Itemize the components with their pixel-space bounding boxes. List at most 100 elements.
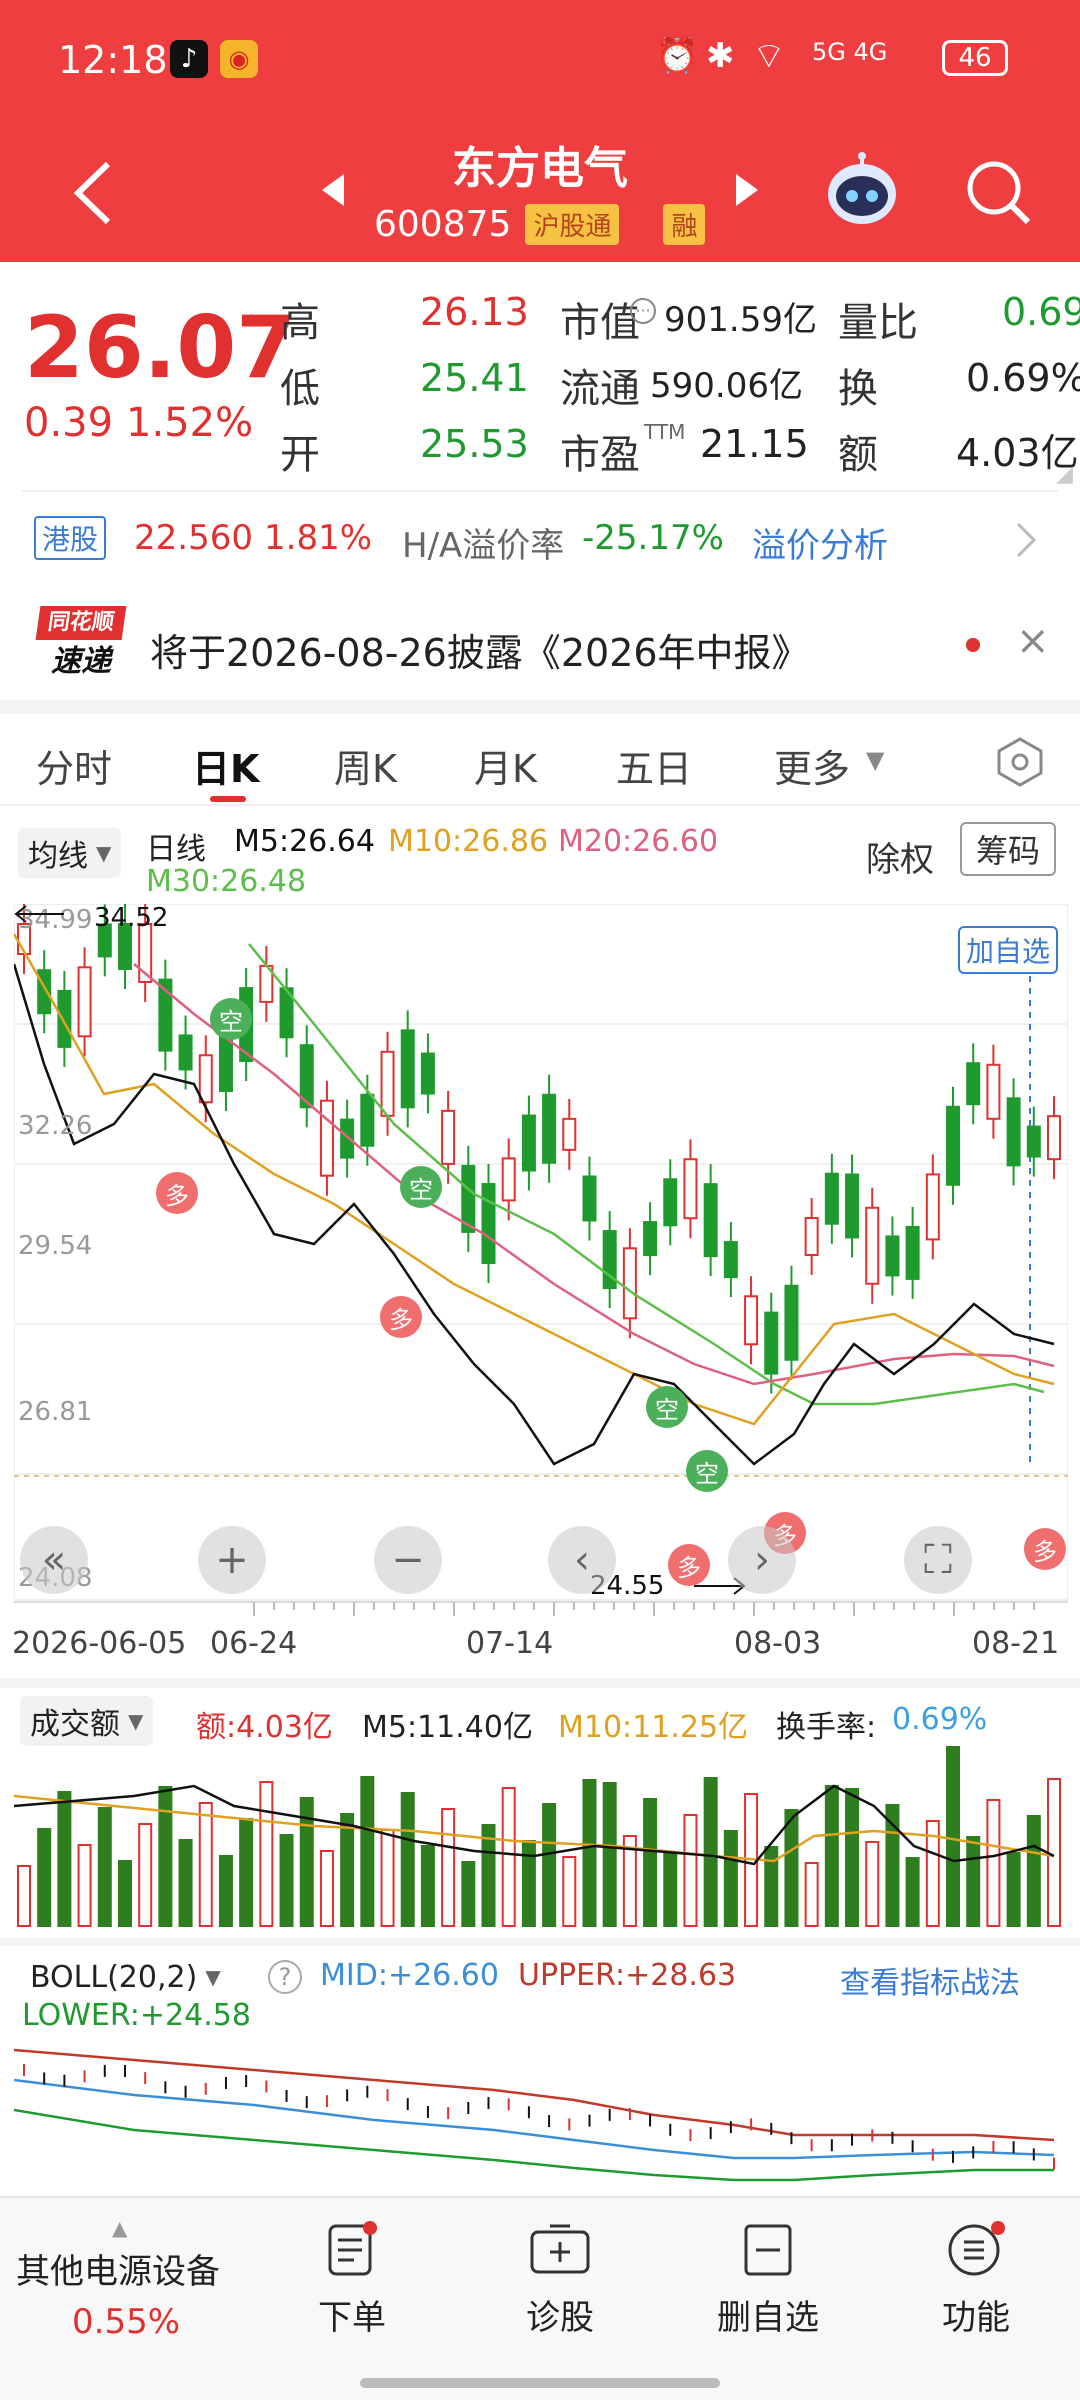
volume-m5: M5:11.40亿 — [362, 1710, 533, 1745]
boll-indicator-select[interactable]: BOLL(20,2) ▼ — [20, 1952, 231, 2002]
weibo-icon: ◉ — [220, 40, 258, 78]
long-signal-marker[interactable]: 多 — [1024, 1528, 1066, 1570]
bottom-action-bar: ▲ 其他电源设备 0.55% 下单 诊股 删自选 功能 — [0, 2196, 1080, 2400]
search-icon[interactable] — [964, 158, 1034, 228]
double-left-icon[interactable]: « — [20, 1526, 88, 1594]
short-signal-marker[interactable]: 空 — [400, 1166, 442, 1208]
turnover-rate-value: 0.69% — [892, 1702, 988, 1737]
kline-chart[interactable]: 34.99 32.26 29.54 26.81 24.08 34.52 24.5… — [14, 904, 1068, 1604]
candle-body — [925, 1173, 940, 1241]
tab-weekly-k[interactable]: 周K — [334, 738, 397, 793]
tab-monthly-k[interactable]: 月K — [474, 738, 537, 793]
close-icon[interactable]: × — [1016, 618, 1050, 664]
section-gap — [0, 700, 1080, 714]
zoom-in-icon[interactable]: + — [198, 1526, 266, 1594]
candle-body — [360, 1093, 375, 1147]
function-button[interactable]: 功能 — [876, 2220, 1076, 2339]
short-signal-marker[interactable]: 空 — [646, 1386, 688, 1428]
volume-indicator-select[interactable]: 成交额 ▼ — [20, 1696, 154, 1746]
volume-bar — [481, 1824, 496, 1927]
next-stock-icon[interactable] — [732, 170, 762, 210]
volume-bar — [239, 1818, 254, 1927]
volume-bar — [400, 1792, 415, 1927]
tab-five-day[interactable]: 五日 — [616, 738, 692, 793]
volume-bar — [683, 1814, 698, 1927]
candle-body — [804, 1217, 819, 1257]
long-signal-marker[interactable]: 多 — [380, 1296, 422, 1338]
long-signal-marker[interactable]: 多 — [156, 1172, 198, 1214]
turnover-value: 0.69% — [966, 356, 1080, 400]
tab-more[interactable]: 更多 — [774, 738, 850, 793]
stock-code: 600875 — [374, 204, 512, 245]
divider — [22, 490, 1058, 492]
hgt-tag: 沪股通 — [525, 204, 620, 245]
scroll-left-icon[interactable]: ‹ — [548, 1526, 616, 1594]
order-label: 下单 — [318, 2298, 386, 2338]
sector-info[interactable]: ▲ 其他电源设备 0.55% — [0, 2198, 240, 2400]
chip-button[interactable]: 筹码 — [960, 822, 1057, 876]
candle-body — [1006, 1097, 1021, 1167]
battery-icon: 46 — [942, 40, 1008, 76]
volume-bar — [865, 1841, 880, 1927]
boll-chart[interactable] — [14, 2040, 1068, 2190]
signal-icon: 5G 4G — [812, 38, 888, 66]
short-signal-marker[interactable]: 空 — [210, 998, 252, 1040]
candle-body — [501, 1157, 516, 1202]
amount-label: 额 — [838, 432, 878, 478]
robot-assistant-icon[interactable] — [822, 150, 902, 230]
ma5-label: M5:26.64 — [234, 824, 375, 859]
scroll-right-icon[interactable]: › — [728, 1526, 796, 1594]
volume-bar — [804, 1862, 819, 1927]
remove-favorite-button[interactable]: 删自选 — [668, 2220, 868, 2339]
add-favorite-button[interactable]: 加自选 — [958, 926, 1059, 974]
boll-lower: LOWER:+24.58 — [22, 1998, 251, 2033]
diagnose-button[interactable]: 诊股 — [460, 2220, 660, 2339]
long-signal-marker[interactable]: 多 — [668, 1544, 710, 1586]
candle-body — [380, 1050, 395, 1117]
volume-bar — [441, 1808, 456, 1927]
volume-select-label: 成交额 — [30, 1707, 120, 1742]
candle-body — [481, 1182, 496, 1264]
mktcap-value: 901.59亿 — [664, 300, 817, 340]
wifi-icon: ⌔ — [752, 36, 786, 77]
volume-ratio-value: 0.69 — [1002, 290, 1080, 334]
help-icon[interactable]: ? — [268, 1960, 302, 1994]
order-button[interactable]: 下单 — [252, 2220, 452, 2339]
more-info-icon[interactable]: ··· — [630, 298, 656, 324]
candle-body — [885, 1235, 900, 1277]
notice-row[interactable]: 同花顺 速递 将于2026-08-26披露《2026年中报》 × — [0, 598, 1080, 698]
candle-body — [340, 1118, 355, 1159]
volume-bar — [542, 1803, 557, 1927]
volume-bar — [966, 1836, 981, 1927]
expand-icon[interactable]: ◢ — [1056, 462, 1073, 487]
candle-body — [703, 1183, 718, 1258]
open-value: 25.53 — [420, 422, 529, 466]
volume-bar — [259, 1781, 274, 1927]
date-label-1: 2026-06-05 — [12, 1626, 187, 1661]
fq-button[interactable]: 除权 — [866, 832, 934, 881]
candle-body — [643, 1221, 658, 1257]
volume-bar — [784, 1809, 799, 1927]
settings-hexagon-icon[interactable] — [994, 736, 1046, 788]
turnover-label: 换 — [838, 366, 878, 412]
zoom-out-icon[interactable]: − — [374, 1526, 442, 1594]
unread-dot — [966, 638, 980, 652]
period-label: 日线 — [146, 832, 206, 867]
tab-daily-k[interactable]: 日K — [192, 738, 259, 793]
high-label: 高 — [280, 300, 320, 346]
short-signal-marker[interactable]: 空 — [686, 1450, 728, 1492]
status-time: 12:18 — [58, 38, 168, 82]
volume-bar — [77, 1844, 92, 1927]
hk-premium-row[interactable]: 港股 22.560 1.81% H/A溢价率 -25.17% 溢价分析 — [24, 514, 1060, 567]
volume-bar — [663, 1851, 678, 1927]
premium-analysis-link[interactable]: 溢价分析 — [752, 518, 888, 567]
fullscreen-icon[interactable]: ⛶ — [904, 1526, 972, 1594]
candle-body — [946, 1105, 961, 1186]
volume-chart[interactable] — [14, 1746, 1068, 1930]
volume-bar — [461, 1861, 476, 1927]
candle-body — [622, 1247, 637, 1320]
candle-body — [865, 1206, 880, 1285]
tab-fenshi[interactable]: 分时 — [36, 738, 112, 793]
ma-select[interactable]: 均线 ▼ — [18, 828, 122, 878]
indicator-strategy-link[interactable]: 查看指标战法 — [840, 1958, 1020, 2002]
